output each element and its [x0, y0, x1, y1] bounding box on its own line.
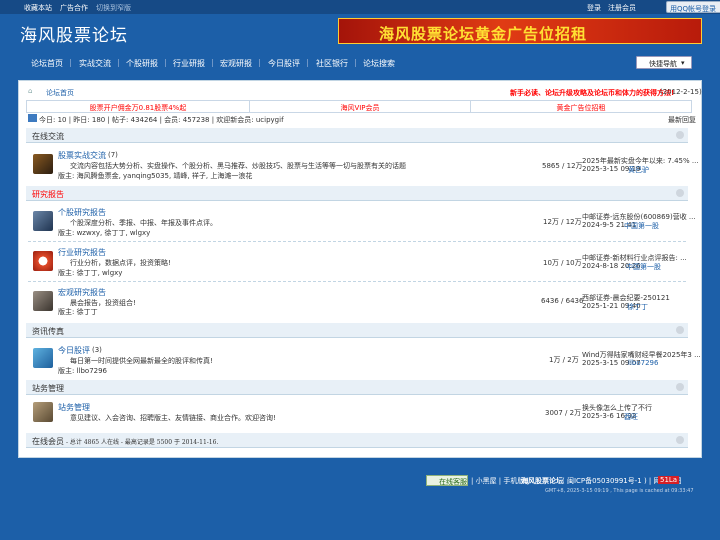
forum-moderators: 版主: 徐丁丁: [58, 308, 98, 316]
nav-daily-review[interactable]: 今日股评: [268, 58, 300, 69]
forum-stats: 今日: 10 | 昨日: 180 | 帖子: 434264 | 会员: 4572…: [39, 116, 284, 124]
section-title: 站务管理: [32, 384, 64, 393]
notice-date: (2012-2-15): [660, 88, 702, 96]
forum-today-count: (3): [92, 346, 102, 354]
forum-title[interactable]: 股票实战交流: [58, 150, 106, 161]
forum-title[interactable]: 行业研究报告: [58, 247, 106, 258]
top-bar: 收藏本站 广告合作 切换到窄版 登录 注册会员 用QQ帐号登录: [0, 0, 720, 14]
section-header: 站务管理: [26, 380, 688, 395]
chart-icon: [28, 114, 37, 122]
gmt-info: GMT+8, 2025-3-15 09:19 , This page is ca…: [545, 488, 694, 494]
section-header: 在线交流: [26, 128, 688, 143]
online-header: 在线会员 - 总计 4865 人在线 - 最高记录是 5500 于 2014-1…: [26, 433, 688, 448]
collapse-icon[interactable]: [676, 436, 684, 444]
section-title: 在线交流: [32, 132, 64, 141]
latest-replies-link[interactable]: 最新回复: [668, 115, 696, 125]
forum-stats-count: 5865 / 12万: [542, 162, 583, 170]
main-nav: 论坛首页 实战交流 个股研报 行业研报 宏观研报 今日股评 社区银行 论坛搜索: [20, 55, 640, 71]
forum-stats-count: 10万 / 10万: [543, 259, 582, 267]
section-title: 研究报告: [32, 190, 64, 199]
quick-nav-button[interactable]: 快捷导航 ▾: [636, 56, 692, 69]
last-post-user[interactable]: 中国第一股: [626, 262, 661, 272]
switch-width-link[interactable]: 切换到窄版: [96, 3, 131, 13]
online-detail: - 总计 4865 人在线 - 最高记录是 5500 于 2014-11-16.: [66, 439, 219, 446]
forum-desc: 个股深度分析、季报、中报、年报及事件点评。: [70, 219, 217, 227]
stats-badge[interactable]: 51La: [658, 476, 680, 484]
forum-title[interactable]: 个股研究报告: [58, 207, 106, 218]
forum-today-count: (7): [108, 151, 118, 159]
forum-stats-count: 1万 / 2万: [549, 356, 579, 364]
last-post-user[interactable]: 酉旺: [624, 412, 638, 422]
forum-title[interactable]: 站务管理: [58, 402, 90, 413]
nav-macro-reports[interactable]: 宏观研报: [220, 58, 252, 69]
collapse-icon[interactable]: [676, 383, 684, 391]
section-header: 资讯传真: [26, 323, 688, 338]
ads-link[interactable]: 广告合作: [60, 3, 88, 13]
nav-divider: [212, 59, 213, 67]
collapse-icon[interactable]: [676, 189, 684, 197]
nav-divider: [355, 59, 356, 67]
chevron-down-icon: ▾: [681, 59, 685, 67]
last-post-user[interactable]: 黄巴驴: [628, 165, 649, 175]
home-icon[interactable]: ⌂: [28, 87, 32, 95]
section-header: 研究报告: [26, 186, 688, 201]
footer-site-name[interactable]: 海风股票论坛: [521, 476, 563, 486]
forum-icon[interactable]: [33, 154, 53, 174]
online-label[interactable]: 在线会员: [32, 436, 64, 447]
forum-title[interactable]: 今日股评: [58, 345, 90, 356]
nav-divider: [118, 59, 119, 67]
qq-login-button[interactable]: 用QQ帐号登录: [666, 1, 720, 13]
forum-icon[interactable]: [33, 348, 53, 368]
nav-divider: [307, 59, 308, 67]
notice-link[interactable]: 新手必读、论坛升级攻略及论坛币和体力的获得方法!: [510, 88, 674, 98]
nav-trading[interactable]: 实战交流: [79, 58, 111, 69]
forum-icon[interactable]: [33, 402, 53, 422]
ad-banner[interactable]: 海风股票论坛黄金广告位招租: [338, 18, 702, 44]
forum-stats-count: 12万 / 12万: [543, 218, 582, 226]
nav-divider: [165, 59, 166, 67]
nav-divider: [70, 59, 71, 67]
forum-moderators: 版主: 徐丁丁, wlgxy: [58, 269, 123, 277]
nav-search[interactable]: 论坛搜索: [363, 58, 395, 69]
forum-moderators: 版主: llbo7296: [58, 367, 108, 375]
online-service-button[interactable]: 在线客服: [426, 475, 468, 486]
forum-desc: 行业分析，数据点评，投资策略!: [70, 259, 171, 267]
forum-icon[interactable]: [33, 251, 53, 271]
nav-bank[interactable]: 社区银行: [316, 58, 348, 69]
forum-stats-count: 3007 / 2万: [545, 409, 582, 417]
nav-stock-reports[interactable]: 个股研报: [126, 58, 158, 69]
forum-icon[interactable]: [33, 211, 53, 231]
nav-divider: [259, 59, 260, 67]
section-title: 资讯传真: [32, 327, 64, 336]
footer: 在线客服 | 小黑屋 | 手机版 | 海风股票论坛 ( 闽ICP备0503099…: [426, 475, 706, 487]
last-post-user[interactable]: llbo7296: [628, 359, 658, 367]
login-link[interactable]: 登录: [587, 3, 601, 13]
forum-moderators: 版主: wzwxy, 徐丁丁, wlgxy: [58, 229, 151, 237]
favorite-link[interactable]: 收藏本站: [24, 3, 52, 13]
collapse-icon[interactable]: [676, 131, 684, 139]
row-divider: [28, 241, 686, 242]
forum-title[interactable]: 宏观研究报告: [58, 287, 106, 298]
forum-stats-count: 6436 / 6436: [541, 297, 584, 305]
ad-slot-2[interactable]: 海风VIP会员: [249, 100, 471, 113]
forum-desc: 每日第一时间提供全网最新最全的股评和传真!: [70, 357, 213, 365]
collapse-icon[interactable]: [676, 326, 684, 334]
site-logo[interactable]: 海风股票论坛: [20, 21, 128, 46]
ad-slot-3[interactable]: 黄金广告位招租: [470, 100, 692, 113]
forum-moderators: 版主: 海风腾鱼票金, yanqing5035, 靖峰, 祥子, 上海滩一浪花: [58, 172, 253, 180]
nav-industry-reports[interactable]: 行业研报: [173, 58, 205, 69]
ad-slot-1[interactable]: 股票开户佣金万0.81股票4%起: [26, 100, 250, 113]
last-post-user[interactable]: 徐丁丁: [627, 302, 648, 312]
register-link[interactable]: 注册会员: [608, 3, 636, 13]
forum-desc: 交流内容包括大势分析、实盘操作、个股分析、黑马推荐、炒股技巧、股票与生活等等一切…: [70, 162, 406, 170]
forum-icon[interactable]: [33, 291, 53, 311]
row-divider: [28, 281, 686, 282]
breadcrumb[interactable]: 论坛首页: [46, 88, 74, 98]
nav-home[interactable]: 论坛首页: [31, 58, 63, 69]
forum-desc: 意见建议、入会咨询、招聘版主、友情链接、商业合作。欢迎咨询!: [70, 414, 276, 422]
last-post-user[interactable]: 中国第一股: [624, 221, 659, 231]
